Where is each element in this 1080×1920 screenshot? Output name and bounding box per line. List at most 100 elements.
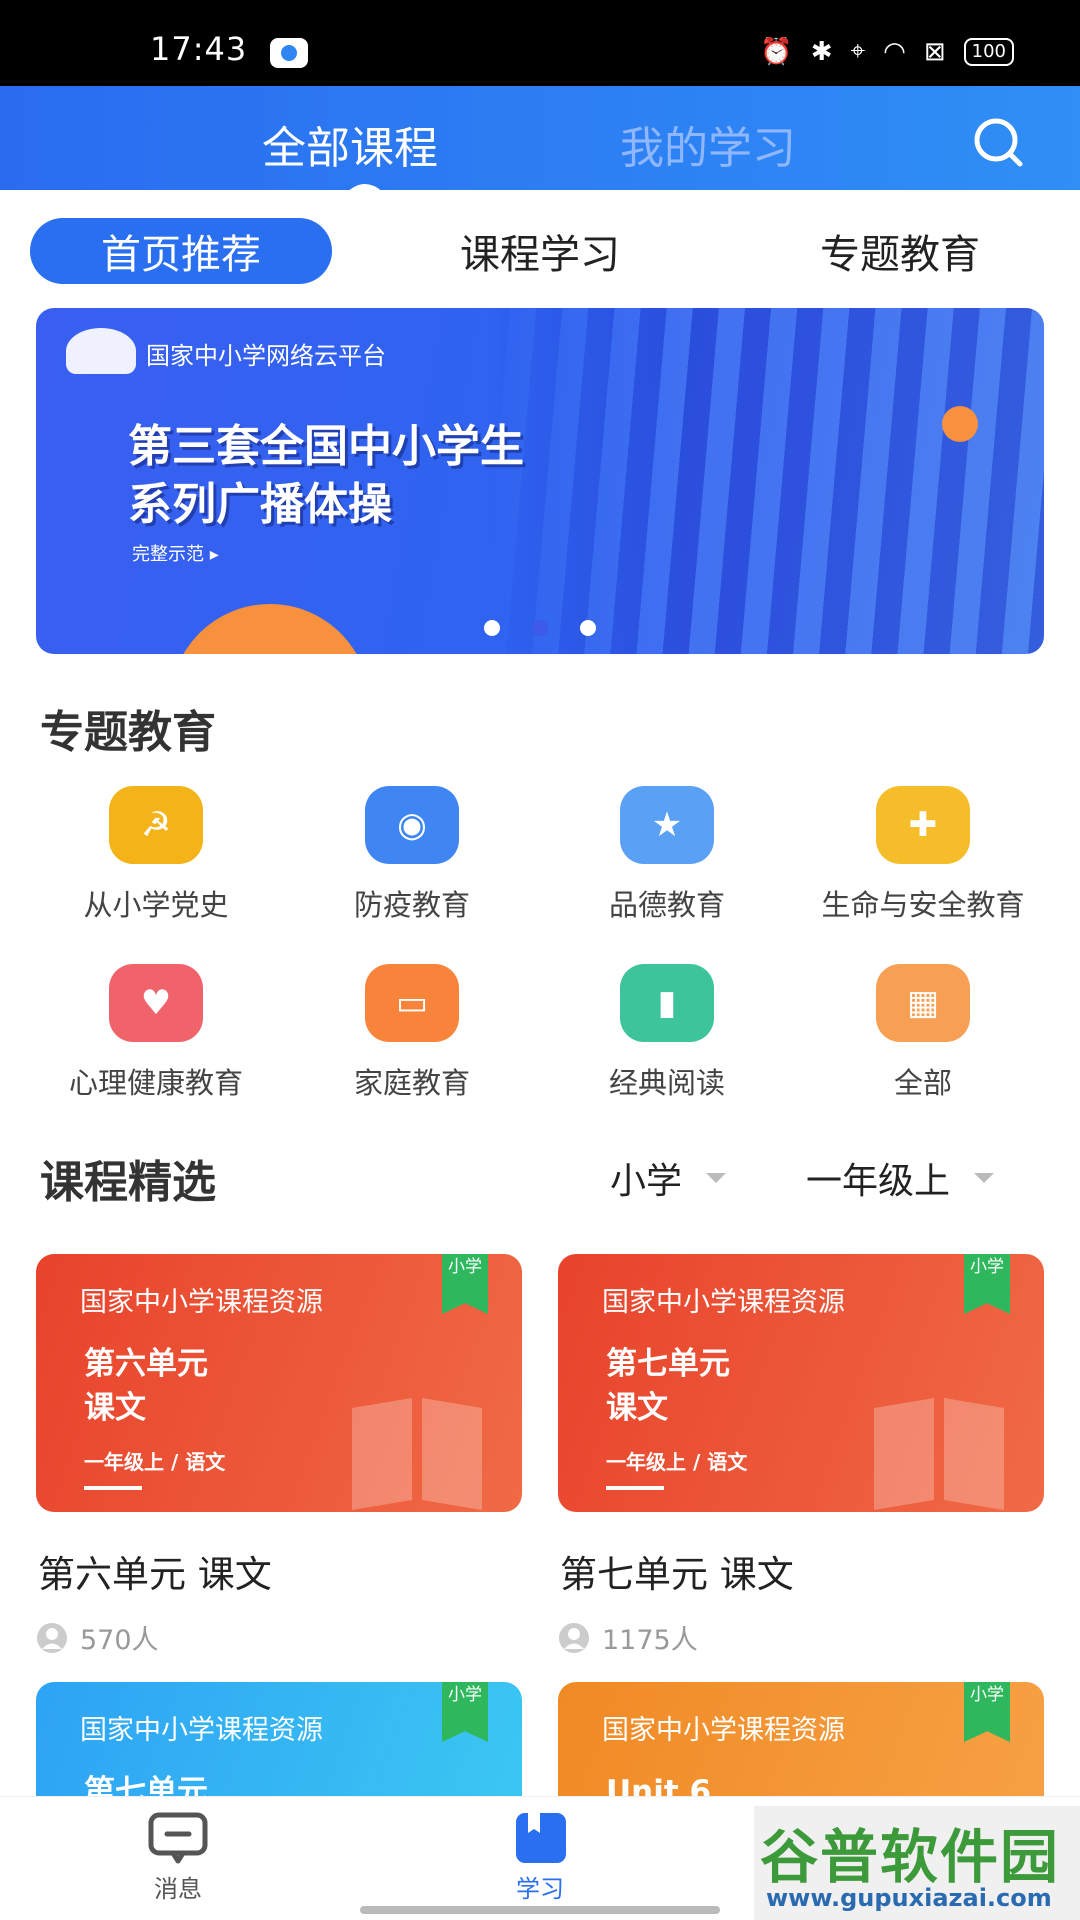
banner-photo [484,308,1044,654]
grid-icon: ▦ [876,964,970,1042]
tile-glyph: ✚ [908,805,938,845]
status-time: 17:43 [150,30,248,68]
subtab-course-study[interactable]: 课程学习 [420,218,660,284]
book-open-icon: ▮ [620,964,714,1042]
nav-messages-label: 消息 [154,1875,202,1903]
course-unit-line1: Unit 6 [606,1774,712,1796]
app-notification-icon [270,38,308,68]
tile-glyph: ▦ [906,983,940,1023]
course-title[interactable]: 第七单元 课文 [558,1544,1044,1598]
person-icon [559,1622,589,1653]
topic-label: 品德教育 [608,888,725,922]
grade-filter-value: 一年级上 [806,1161,951,1202]
learner-count: 570人 [80,1625,159,1656]
banner-title-line2: 系列广播体操 [128,479,392,530]
tile-glyph: ☭ [140,805,172,845]
nav-messages[interactable]: 消息 [118,1811,238,1904]
course-grade: 一年级上 / 语文 [606,1450,748,1474]
course-unit-line2: 课文 [606,1390,668,1426]
level-ribbon: 小学 [442,1254,488,1314]
course-meta: 570人 [36,1618,522,1657]
tile-glyph: ◉ [397,805,427,845]
watermark-overlay: 谷普软件园 www.gupuxiazai.com [754,1806,1080,1920]
active-tab-indicator [345,184,385,194]
course-unit: Unit 6 [606,1770,711,1796]
level-ribbon: 小学 [964,1254,1010,1314]
battery-icon: 100 [963,37,1014,66]
mask-icon: ◉ [365,786,459,864]
subtab-topic-education[interactable]: 专题教育 [780,218,1020,284]
course-unit: 第七单元 课文 [606,1342,730,1430]
tab-my-learning[interactable]: 我的学习 [620,112,796,176]
pagination-dot[interactable] [580,620,596,636]
course-card[interactable]: 国家中小学课程资源 第七单元 小学 [36,1682,522,1796]
course-card[interactable]: 国家中小学课程资源 Unit 6 小学 [558,1682,1044,1796]
course-cover: 国家中小学课程资源第六单元课文一年级上 / 语文 小学 [36,1254,522,1512]
topic-item[interactable]: ▮ 经典阅读 [537,964,797,1102]
course-divider [606,1486,664,1490]
party-flag-icon: ☭ [109,786,203,864]
topic-item[interactable]: ▭ 家庭教育 [282,964,542,1102]
topic-item[interactable]: ▦ 全部 [793,964,1053,1102]
course-meta: 1175人 [558,1618,1044,1657]
search-icon[interactable] [970,114,1026,170]
heart-icon: ♥ [109,964,203,1042]
home-indicator[interactable] [360,1906,720,1914]
section-title-topics: 专题教育 [40,707,216,758]
topic-label: 心理健康教育 [68,1066,243,1100]
course-card[interactable]: 国家中小学课程资源第六单元课文一年级上 / 语文 小学第六单元 课文 570人 [36,1254,522,1657]
section-title-courses: 课程精选 [40,1157,216,1208]
person-icon [37,1622,67,1653]
course-grade: 一年级上 / 语文 [84,1450,226,1474]
promo-banner[interactable]: 国家中小学网络云平台 第三套全国中小学生 系列广播体操 完整示范 ▸ [36,308,1044,654]
location-icon: ⌖ [850,36,866,66]
message-icon [148,1812,208,1864]
nav-learning[interactable]: 学习 [480,1811,600,1904]
sim-icon: ⊠ [923,36,946,67]
course-cover: 国家中小学课程资源 Unit 6 小学 [558,1682,1044,1796]
pagination-dot[interactable] [484,620,500,636]
topic-label: 经典阅读 [608,1066,725,1100]
banner-link[interactable]: 完整示范 ▸ [132,540,219,566]
pagination-dot-active[interactable] [532,620,548,636]
course-unit: 第六单元 课文 [84,1342,208,1430]
course-unit-line1: 第七单元 [606,1346,730,1382]
bluetooth-icon: ✱ [810,36,833,67]
course-cover: 国家中小学课程资源第七单元课文一年级上 / 语文 小学 [558,1254,1044,1512]
banner-org-name: 国家中小学网络云平台 [146,342,386,370]
alarm-icon: ⏰ [760,36,793,67]
course-cover: 国家中小学课程资源 第七单元 小学 [36,1682,522,1796]
course-unit-line2: 课文 [84,1390,146,1426]
topic-item[interactable]: ☭ 从小学党史 [26,786,286,924]
watermark-logo-text: 谷普软件园 [760,1823,1061,1891]
topic-item[interactable]: ♥ 心理健康教育 [26,964,286,1102]
topic-item[interactable]: ✚ 生命与安全教育 [793,786,1053,924]
bookmark-icon [516,1813,566,1863]
subtab-home-recommend[interactable]: 首页推荐 [30,218,332,284]
banner-ball [942,406,978,442]
grade-filter-dropdown[interactable]: 一年级上 [806,1152,995,1204]
topic-label: 防疫教育 [353,888,470,922]
course-source: 国家中小学课程资源 [80,1715,323,1746]
course-unit-line1: 第六单元 [84,1346,208,1382]
topic-item[interactable]: ◉ 防疫教育 [282,786,542,924]
course-source: 国家中小学课程资源 [80,1287,323,1318]
tile-glyph: ▮ [657,983,677,1023]
banner-decoration [170,604,370,654]
chevron-down-icon [974,1173,995,1183]
level-filter-dropdown[interactable]: 小学 [610,1152,727,1204]
course-card[interactable]: 国家中小学课程资源第七单元课文一年级上 / 语文 小学第七单元 课文 1175人 [558,1254,1044,1657]
course-title[interactable]: 第六单元 课文 [36,1544,522,1598]
topic-label: 家庭教育 [353,1066,470,1100]
nav-learning-label: 学习 [516,1875,564,1903]
banner-title: 第三套全国中小学生 系列广播体操 [128,418,524,534]
status-icons: ⏰ ✱ ⌖ ◠ ⊠ 100 [760,36,1014,67]
tab-all-courses[interactable]: 全部课程 [262,112,438,176]
book-icon [352,1398,482,1510]
level-filter-value: 小学 [610,1161,683,1202]
topic-label: 从小学党史 [83,888,229,922]
topic-label: 全部 [893,1066,952,1100]
topic-item[interactable]: ★ 品德教育 [537,786,797,924]
course-source: 国家中小学课程资源 [602,1287,845,1318]
course-source: 国家中小学课程资源 [602,1715,845,1746]
